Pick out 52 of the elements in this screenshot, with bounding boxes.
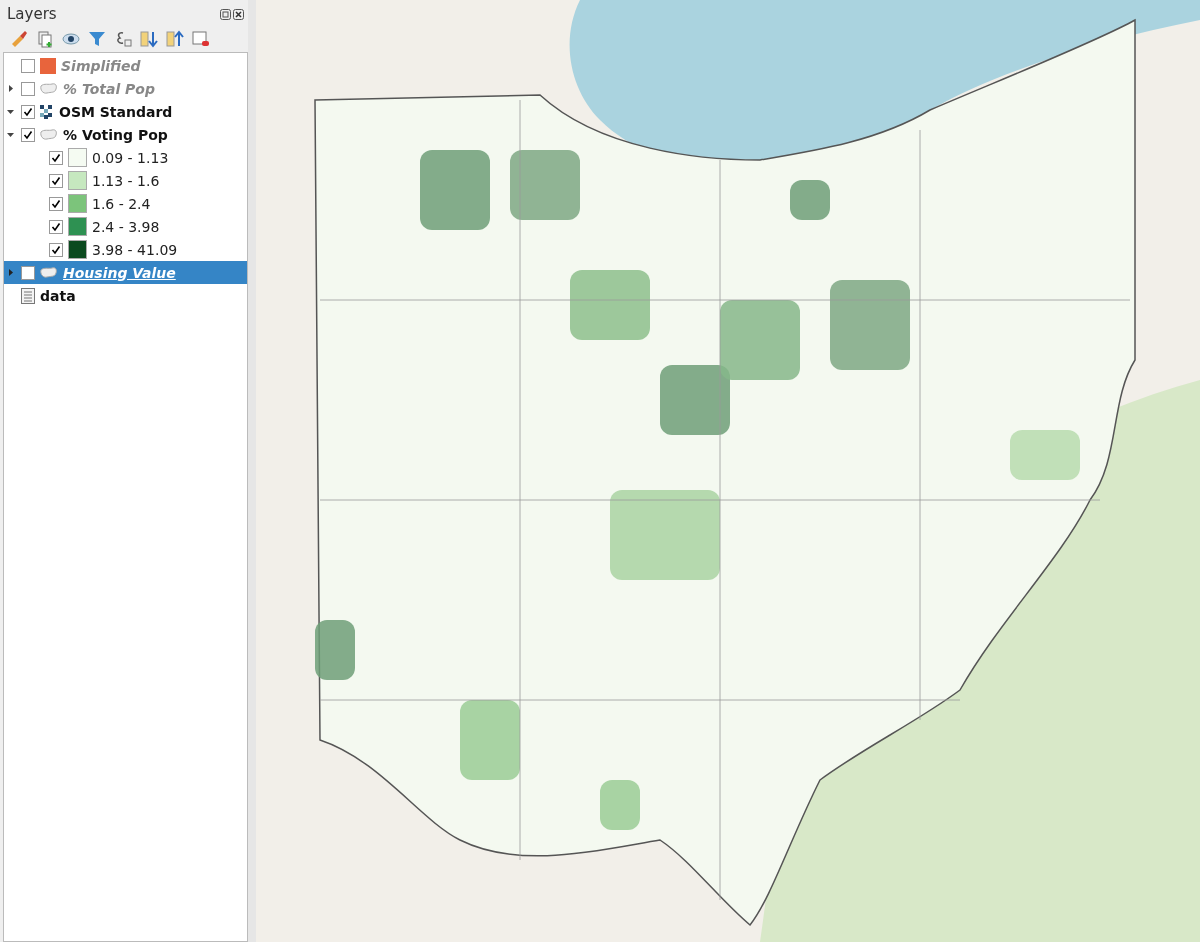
legend-checkbox[interactable] <box>49 173 63 188</box>
layer-name: % Voting Pop <box>63 126 168 143</box>
legend-label: 1.6 - 2.4 <box>92 195 151 212</box>
layer-checkbox[interactable] <box>21 81 35 96</box>
layer-item[interactable]: % Voting Pop <box>4 123 247 146</box>
layer-item[interactable]: data <box>4 284 247 307</box>
add-group-icon[interactable] <box>36 30 54 48</box>
expand-all-icon[interactable] <box>140 30 158 48</box>
layer-checkbox[interactable] <box>21 127 35 142</box>
legend-item[interactable]: 3.98 - 41.09 <box>4 238 247 261</box>
legend-checkbox[interactable] <box>49 242 63 257</box>
collapse-arrow-icon[interactable] <box>6 131 14 138</box>
legend-label: 3.98 - 41.09 <box>92 241 178 258</box>
table-icon <box>21 287 35 304</box>
legend-item[interactable]: 0.09 - 1.13 <box>4 146 247 169</box>
panel-title: Layers <box>7 5 57 23</box>
float-panel-icon[interactable] <box>220 8 231 20</box>
collapse-all-icon[interactable] <box>166 30 184 48</box>
layer-name: Simplified <box>61 57 141 74</box>
eye-icon[interactable] <box>62 30 80 48</box>
layer-item[interactable]: % Total Pop <box>4 77 247 100</box>
legend-checkbox[interactable] <box>49 219 63 234</box>
layer-checkbox[interactable] <box>21 58 35 73</box>
layer-item[interactable]: Housing Value <box>4 261 247 284</box>
layer-item[interactable]: OSM Standard <box>4 100 247 123</box>
expand-arrow-icon[interactable] <box>6 85 14 92</box>
remove-layer-icon[interactable] <box>192 30 210 48</box>
close-icon[interactable] <box>233 8 244 20</box>
polygon-layer-icon <box>40 128 58 141</box>
style-brush-icon[interactable] <box>10 30 28 48</box>
layer-name: OSM Standard <box>59 103 173 120</box>
raster-layer-icon <box>40 104 54 119</box>
layer-name: Housing Value <box>63 264 176 281</box>
expand-arrow-icon[interactable] <box>6 269 14 276</box>
legend-checkbox[interactable] <box>49 196 63 211</box>
legend-label: 2.4 - 3.98 <box>92 218 160 235</box>
expression-filter-icon[interactable] <box>114 30 132 48</box>
layer-checkbox[interactable] <box>21 104 35 119</box>
filter-icon[interactable] <box>88 30 106 48</box>
legend-checkbox[interactable] <box>49 150 63 165</box>
legend-item[interactable]: 1.13 - 1.6 <box>4 169 247 192</box>
layer-name: data <box>40 287 76 304</box>
legend-item[interactable]: 2.4 - 3.98 <box>4 215 247 238</box>
layer-checkbox[interactable] <box>21 265 35 280</box>
collapse-arrow-icon[interactable] <box>6 108 14 115</box>
polygon-layer-icon <box>40 266 58 279</box>
layer-name: % Total Pop <box>63 80 155 97</box>
layer-item[interactable]: Simplified <box>4 54 247 77</box>
legend-label: 1.13 - 1.6 <box>92 172 160 189</box>
legend-item[interactable]: 1.6 - 2.4 <box>4 192 247 215</box>
polygon-layer-icon <box>40 82 58 95</box>
legend-label: 0.09 - 1.13 <box>92 149 169 166</box>
